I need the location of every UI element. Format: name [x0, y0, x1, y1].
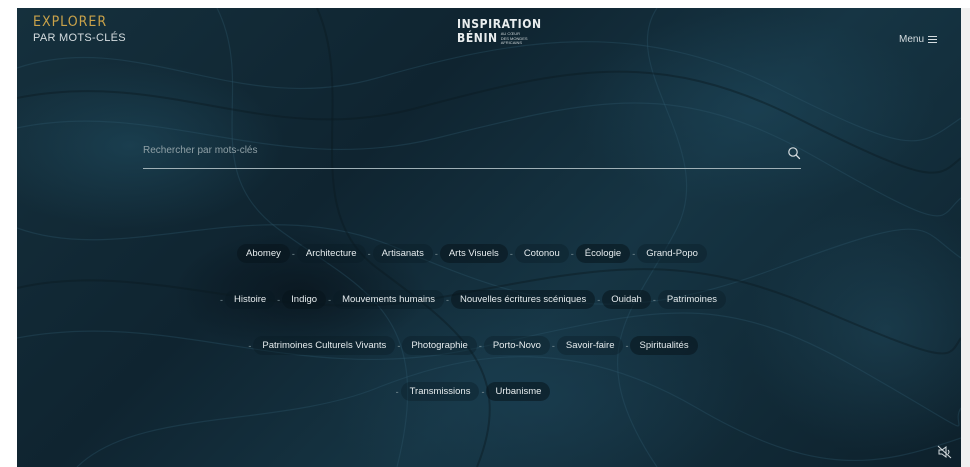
- tag-nouvelles-ecritures-sceniques[interactable]: Nouvelles écritures scéniques: [451, 290, 596, 309]
- tag-cotonou[interactable]: Cotonou: [514, 244, 569, 263]
- search-input[interactable]: [143, 138, 743, 162]
- tag-spiritualites[interactable]: Spiritualités: [630, 336, 698, 355]
- tag-savoir-faire[interactable]: Savoir-faire: [556, 336, 624, 355]
- site-logo[interactable]: INSPIRATION BÉNIN AU CŒUR DES MONDES AFR…: [457, 18, 542, 46]
- tag-indigo[interactable]: Indigo: [282, 290, 327, 309]
- tag-separator: -: [632, 248, 636, 259]
- tag-separator: -: [248, 340, 252, 351]
- logo-line-2: BÉNIN: [457, 31, 498, 46]
- tag-abomey[interactable]: Abomey: [237, 244, 290, 263]
- tag-separator: -: [551, 340, 555, 351]
- logo-line-1: INSPIRATION: [457, 17, 542, 31]
- scrollbar-area: [961, 8, 970, 467]
- tag-urbanisme[interactable]: Urbanisme: [486, 382, 551, 401]
- logo-row: BÉNIN AU CŒUR DES MONDES AFRICAINS: [457, 31, 542, 46]
- tag-artisanats[interactable]: Artisanats: [372, 244, 433, 263]
- tag-separator: -: [291, 248, 295, 259]
- tag-separator: -: [570, 248, 574, 259]
- sound-muted-icon[interactable]: [937, 445, 953, 459]
- explore-heading[interactable]: EXPLORER PAR MOTS-CLÉS: [33, 14, 126, 44]
- tag-ouidah[interactable]: Ouidah: [602, 290, 651, 309]
- tag-patrimoines[interactable]: Patrimoines: [657, 290, 727, 309]
- search-bar: [143, 138, 801, 169]
- tag-arts-visuels[interactable]: Arts Visuels: [439, 244, 508, 263]
- tag-row-2: - Histoire - Indigo - Mouvements humains…: [130, 288, 814, 311]
- tag-separator: -: [277, 294, 281, 305]
- tag-separator: -: [397, 340, 401, 351]
- tag-separator: -: [219, 294, 223, 305]
- tag-ecologie[interactable]: Écologie: [575, 244, 631, 263]
- tag-porto-novo[interactable]: Porto-Novo: [483, 336, 550, 355]
- tag-separator: -: [652, 294, 656, 305]
- tag-separator: -: [434, 248, 438, 259]
- tag-row-4: - Transmissions - Urbanisme: [130, 380, 814, 403]
- tag-separator: -: [446, 294, 449, 305]
- tag-separator: -: [481, 386, 485, 397]
- explore-subtitle: PAR MOTS-CLÉS: [33, 32, 126, 44]
- logo-tagline: AU CŒUR DES MONDES AFRICAINS: [500, 31, 528, 46]
- tag-row-3: - Patrimoines Culturels Vivants - Photog…: [130, 334, 814, 357]
- tag-grand-popo[interactable]: Grand-Popo: [637, 244, 707, 263]
- hamburger-icon: [928, 36, 937, 43]
- logo-tagline-3: AFRICAINS: [500, 40, 523, 45]
- keyword-tags: Abomey - Architecture - Artisanats - Art…: [130, 242, 814, 426]
- explore-title: EXPLORER: [33, 14, 108, 30]
- search-icon[interactable]: [787, 146, 801, 160]
- tag-separator: -: [478, 340, 482, 351]
- tag-architecture[interactable]: Architecture: [296, 244, 366, 263]
- tag-patrimoines-culturels-vivants[interactable]: Patrimoines Culturels Vivants: [253, 336, 396, 355]
- tag-separator: -: [597, 294, 601, 305]
- tag-separator: -: [625, 340, 629, 351]
- tag-separator: -: [395, 386, 399, 397]
- tag-separator: -: [509, 248, 513, 259]
- menu-label: Menu: [898, 34, 924, 45]
- tag-mouvements-humains[interactable]: Mouvements humains: [333, 290, 444, 309]
- menu-button[interactable]: Menu: [899, 34, 937, 45]
- tag-histoire[interactable]: Histoire: [224, 290, 276, 309]
- tag-separator: -: [328, 294, 332, 305]
- tag-transmissions[interactable]: Transmissions: [400, 382, 480, 401]
- tag-photographie[interactable]: Photographie: [402, 336, 477, 355]
- tag-row-1: Abomey - Architecture - Artisanats - Art…: [130, 242, 814, 265]
- tag-separator: -: [367, 248, 371, 259]
